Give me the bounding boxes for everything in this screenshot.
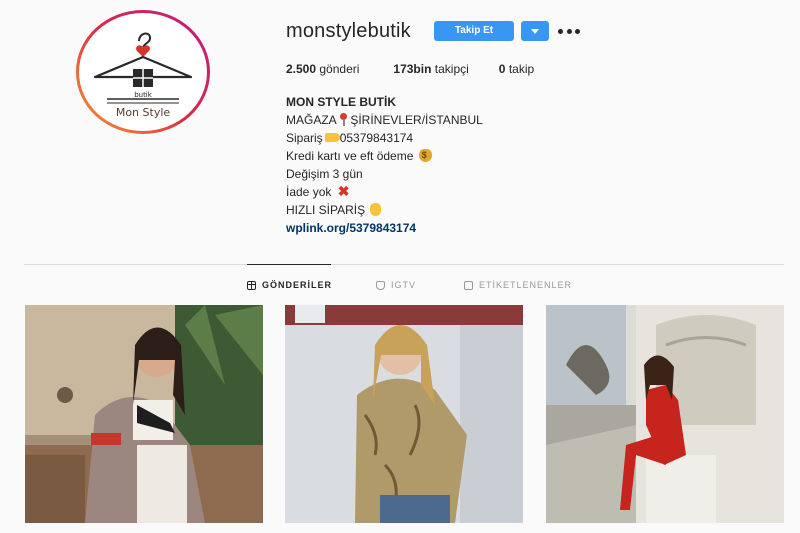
more-options-icon[interactable]	[558, 22, 580, 40]
profile-username: monstylebutik	[286, 20, 411, 42]
avatar[interactable]: butik Mon Style	[79, 13, 207, 131]
avatar-small-text: butik	[134, 91, 153, 99]
tv-icon	[376, 280, 385, 290]
avatar-brand-text: Mon Style	[115, 106, 171, 119]
bio-exchange-line: Değişim 3 gün	[286, 167, 363, 181]
grid-icon	[247, 280, 256, 290]
bio-return-text: İade yok	[286, 185, 335, 199]
stat-followers-label: takipçi	[434, 62, 469, 76]
tag-person-icon	[464, 280, 473, 290]
profile-stats: 2.500 gönderi 173bin takipçi 0 takip	[286, 62, 564, 76]
bio-payment-line: Kredi kartı ve eft ödeme	[286, 147, 483, 165]
cross-mark-icon: ✖	[337, 183, 350, 199]
tab-igtv-label: IGTV	[391, 280, 417, 290]
bio-link[interactable]: wplink.org/5379843174	[286, 219, 483, 237]
profile-avatar-ring[interactable]: butik Mon Style	[76, 10, 210, 134]
post-thumbnail[interactable]	[546, 305, 784, 523]
bio-store-location: ŞİRİNEVLER/İSTANBUL	[350, 113, 483, 127]
tab-igtv[interactable]: IGTV	[376, 280, 416, 290]
post-image-satin-shirt	[285, 305, 523, 523]
bio-payment-text: Kredi kartı ve eft ödeme	[286, 149, 417, 163]
post-image-red-suit	[546, 305, 784, 523]
bio-fast-order-text: HIZLI SİPARİŞ	[286, 203, 369, 217]
money-bag-icon	[418, 149, 432, 162]
stat-following-label: takip	[508, 62, 535, 76]
active-tab-indicator	[247, 264, 331, 265]
profile-bio: MON STYLE BUTİK MAĞAZA ŞİRİNEVLER/İSTANB…	[286, 93, 483, 237]
bio-order-label: Sipariş	[286, 131, 323, 145]
stat-followers[interactable]: 173bin takipçi	[393, 62, 468, 76]
suggested-dropdown-button[interactable]	[521, 21, 549, 41]
pointing-hand-icon	[324, 133, 340, 142]
chevron-down-icon	[531, 28, 539, 34]
bio-order-line: Sipariş 05379843174	[286, 129, 483, 147]
post-thumbnail[interactable]	[25, 305, 263, 523]
post-image-blazer	[25, 305, 263, 523]
pointing-down-icon	[370, 203, 382, 216]
stat-followers-value: 173bin	[393, 62, 432, 76]
stat-following[interactable]: 0 takip	[499, 62, 534, 76]
tabs-divider	[24, 264, 784, 265]
bio-name: MON STYLE BUTİK	[286, 95, 396, 109]
bio-fast-order-line: HIZLI SİPARİŞ	[286, 201, 483, 219]
bio-store-label: MAĞAZA	[286, 113, 340, 127]
stat-posts: 2.500 gönderi	[286, 62, 359, 76]
stat-posts-label: gönderi	[319, 62, 360, 76]
follow-button[interactable]: Takip Et	[434, 21, 514, 41]
stat-following-value: 0	[498, 62, 506, 76]
bio-order-phone: 05379843174	[339, 131, 414, 145]
bio-store-line: MAĞAZA ŞİRİNEVLER/İSTANBUL	[286, 111, 483, 129]
tab-posts-label: GÖNDERİLER	[262, 280, 333, 290]
stat-posts-value: 2.500	[286, 62, 317, 76]
bio-return-line: İade yok ✖	[286, 183, 483, 201]
tab-posts[interactable]: GÖNDERİLER	[247, 280, 332, 290]
tab-tagged[interactable]: ETİKETLENENLER	[464, 280, 572, 290]
pin-icon	[337, 113, 350, 126]
tab-tagged-label: ETİKETLENENLER	[479, 280, 573, 290]
post-thumbnail[interactable]	[285, 305, 523, 523]
